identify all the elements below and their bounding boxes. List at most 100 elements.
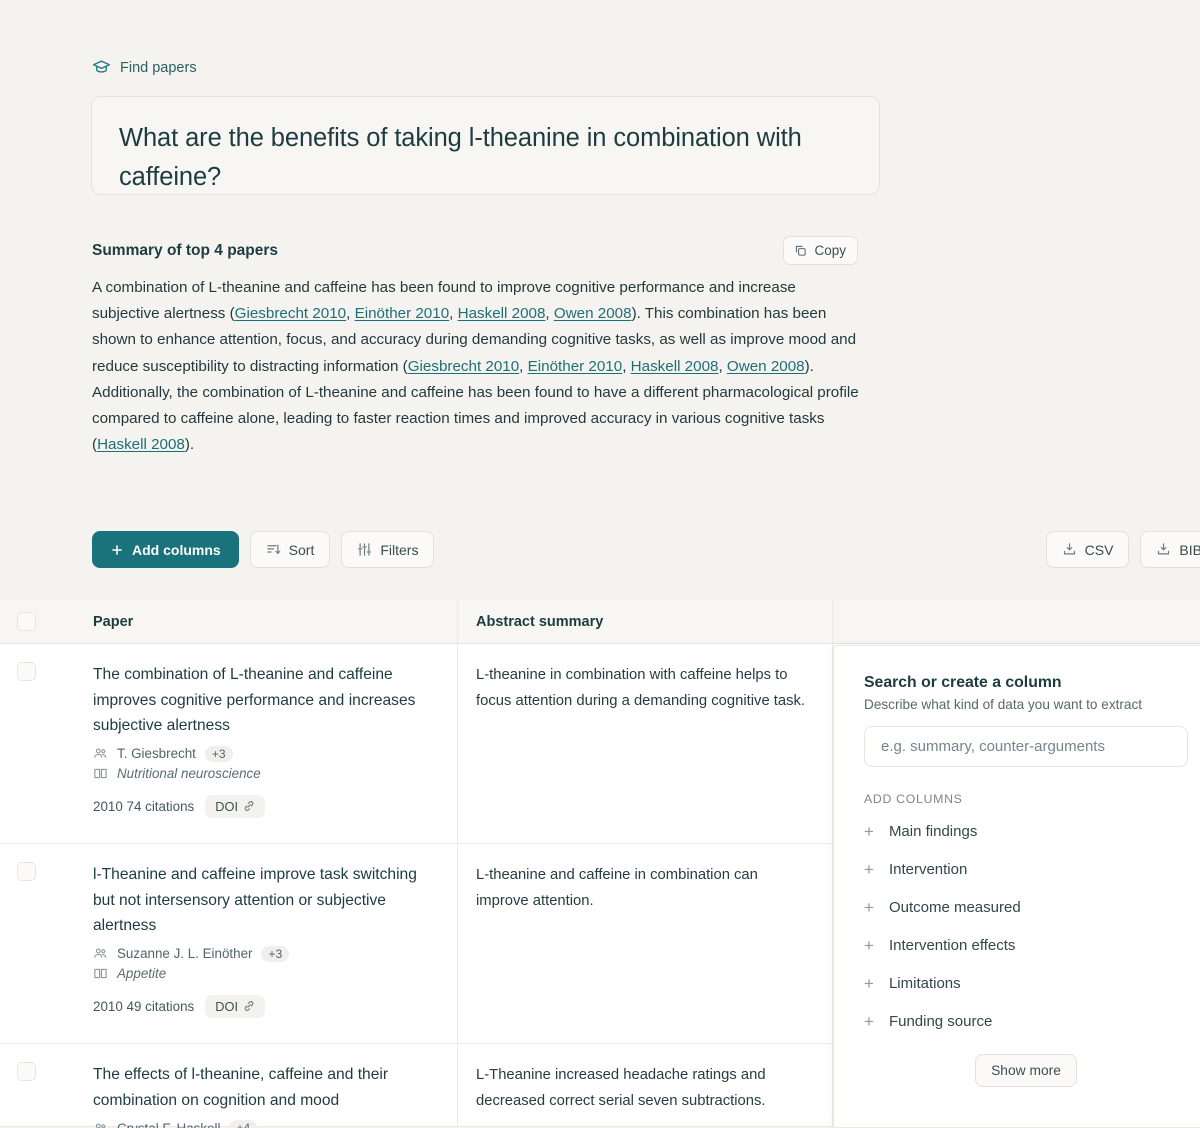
row-select-cell [0,1044,52,1126]
select-all-cell [0,612,52,631]
additional-authors-badge[interactable]: +3 [204,745,233,762]
column-header-paper[interactable]: Paper [52,613,457,631]
paper-authors: T. Giesbrecht +3 [93,745,435,762]
sort-label: Sort [288,541,315,558]
sort-icon [266,542,281,557]
citation-link[interactable]: Owen 2008 [554,305,632,322]
paper-author-name: T. Giesbrecht [117,746,196,761]
select-all-checkbox[interactable] [16,612,36,631]
citation-link[interactable]: Haskell 2008 [97,436,185,453]
add-column-option-label: Main findings [888,822,978,840]
row-checkbox[interactable] [16,662,36,681]
people-icon [93,1121,108,1128]
row-select-cell [0,644,52,843]
paper-title[interactable]: l-Theanine and caffeine improve task swi… [93,862,435,939]
abstract-summary-text: L-Theanine increased headache ratings an… [476,1067,766,1109]
plus-icon: + [864,859,874,879]
paper-authors: Suzanne J. L. Einöther +3 [93,945,435,962]
add-column-option-3[interactable]: + Intervention effects [834,926,1200,964]
download-icon [1062,542,1077,557]
graduation-cap-icon [92,58,111,77]
paper-cell: l-Theanine and caffeine improve task swi… [52,844,457,1043]
plus-icon: + [864,973,874,993]
citation-link[interactable]: Haskell 2008 [458,305,546,322]
export-csv-button[interactable]: CSV [1045,531,1130,568]
citation-link[interactable]: Giesbrecht 2010 [235,305,346,322]
export-bib-button[interactable]: BIB [1140,531,1200,568]
paper-title[interactable]: The effects of l-theanine, caffeine and … [93,1062,435,1113]
question-card[interactable]: What are the benefits of taking l-theani… [91,96,880,195]
plus-icon: + [864,935,874,955]
app-page: Find papers What are the benefits of tak… [0,0,1200,1128]
column-header-paper-label: Paper [93,613,134,630]
breadcrumb-label: Find papers [120,59,197,76]
export-bib-label: BIB [1179,541,1200,558]
row-checkbox[interactable] [16,862,36,881]
column-search-field[interactable] [864,726,1188,767]
copy-icon [794,244,807,257]
add-column-option-label: Intervention [888,860,968,878]
add-column-option-4[interactable]: + Limitations [834,964,1200,1002]
add-columns-button[interactable]: Add columns [92,531,239,568]
copy-button[interactable]: Copy [783,236,858,265]
paper-journal: Appetite [93,966,435,981]
add-column-option-2[interactable]: + Outcome measured [834,888,1200,926]
sort-button[interactable]: Sort [249,531,331,568]
breadcrumb[interactable]: Find papers [92,58,197,77]
plus-icon: + [864,897,874,917]
link-icon [243,1000,255,1012]
citation-link[interactable]: Haskell 2008 [631,358,719,375]
paper-journal: Nutritional neuroscience [93,766,435,781]
add-column-option-label: Limitations [888,974,961,992]
link-icon [243,800,255,812]
export-toolbar: CSV BIB [1045,531,1200,568]
export-csv-label: CSV [1084,541,1114,558]
people-icon [93,746,108,761]
citation-link[interactable]: Owen 2008 [727,358,805,375]
add-column-option-label: Outcome measured [888,898,1021,916]
add-column-option-label: Intervention effects [888,936,1016,954]
summary-title: Summary of top 4 papers [92,241,279,259]
citation-link[interactable]: Einöther 2010 [355,305,450,322]
doi-badge[interactable]: DOI [205,994,266,1018]
summary-text: A combination of L-theanine and caffeine… [92,279,859,454]
doi-badge[interactable]: DOI [205,794,266,818]
paper-title[interactable]: The combination of L-theanine and caffei… [93,662,435,739]
table-toolbar: Add columns Sort Filters [92,531,435,568]
add-column-option-1[interactable]: + Intervention [834,850,1200,888]
add-column-option-5[interactable]: + Funding source [834,1002,1200,1040]
paper-cell: The effects of l-theanine, caffeine and … [52,1044,457,1128]
abstract-cell: L-theanine in combination with caffeine … [457,644,832,843]
abstract-summary-text: L-theanine and caffeine in combination c… [476,867,758,909]
paper-footer: 2010 74 citations DOI [93,794,435,818]
citation-link[interactable]: Giesbrecht 2010 [408,358,519,375]
show-more-button[interactable]: Show more [975,1054,1077,1087]
abstract-cell: L-theanine and caffeine in combination c… [457,844,832,1043]
filters-label: Filters [380,541,419,558]
additional-authors-badge[interactable]: +3 [261,945,290,962]
doi-label: DOI [215,998,239,1014]
column-header-abstract[interactable]: Abstract summary [457,600,832,643]
row-checkbox[interactable] [16,1062,36,1081]
add-columns-section-label: ADD COLUMNS [864,792,963,806]
column-search-input[interactable] [881,738,1171,755]
plus-icon: + [864,821,874,841]
table-header-row: Paper Abstract summary [0,600,1200,644]
paper-author-name: Crystal F. Haskell [117,1120,221,1128]
add-column-option-0[interactable]: + Main findings [834,812,1200,850]
citation-link[interactable]: Einöther 2010 [528,358,623,375]
paper-footer: 2010 49 citations DOI [93,994,435,1018]
paper-year-citations: 2010 49 citations [93,998,195,1014]
filters-button[interactable]: Filters [341,531,435,568]
paper-journal-label: Appetite [117,965,167,981]
paper-authors: Crystal F. Haskell +4 [93,1120,435,1128]
paper-cell: The combination of L-theanine and caffei… [52,644,457,843]
additional-authors-badge[interactable]: +4 [229,1120,258,1128]
filters-icon [357,542,372,557]
add-column-panel: Search or create a column Describe what … [833,645,1200,1128]
download-icon [1156,542,1171,557]
add-columns-options: + Main findings + Intervention + Outcome meas… [834,812,1200,1040]
copy-label: Copy [814,243,846,258]
book-icon [93,966,108,981]
abstract-summary-text: L-theanine in combination with caffeine … [476,667,806,709]
